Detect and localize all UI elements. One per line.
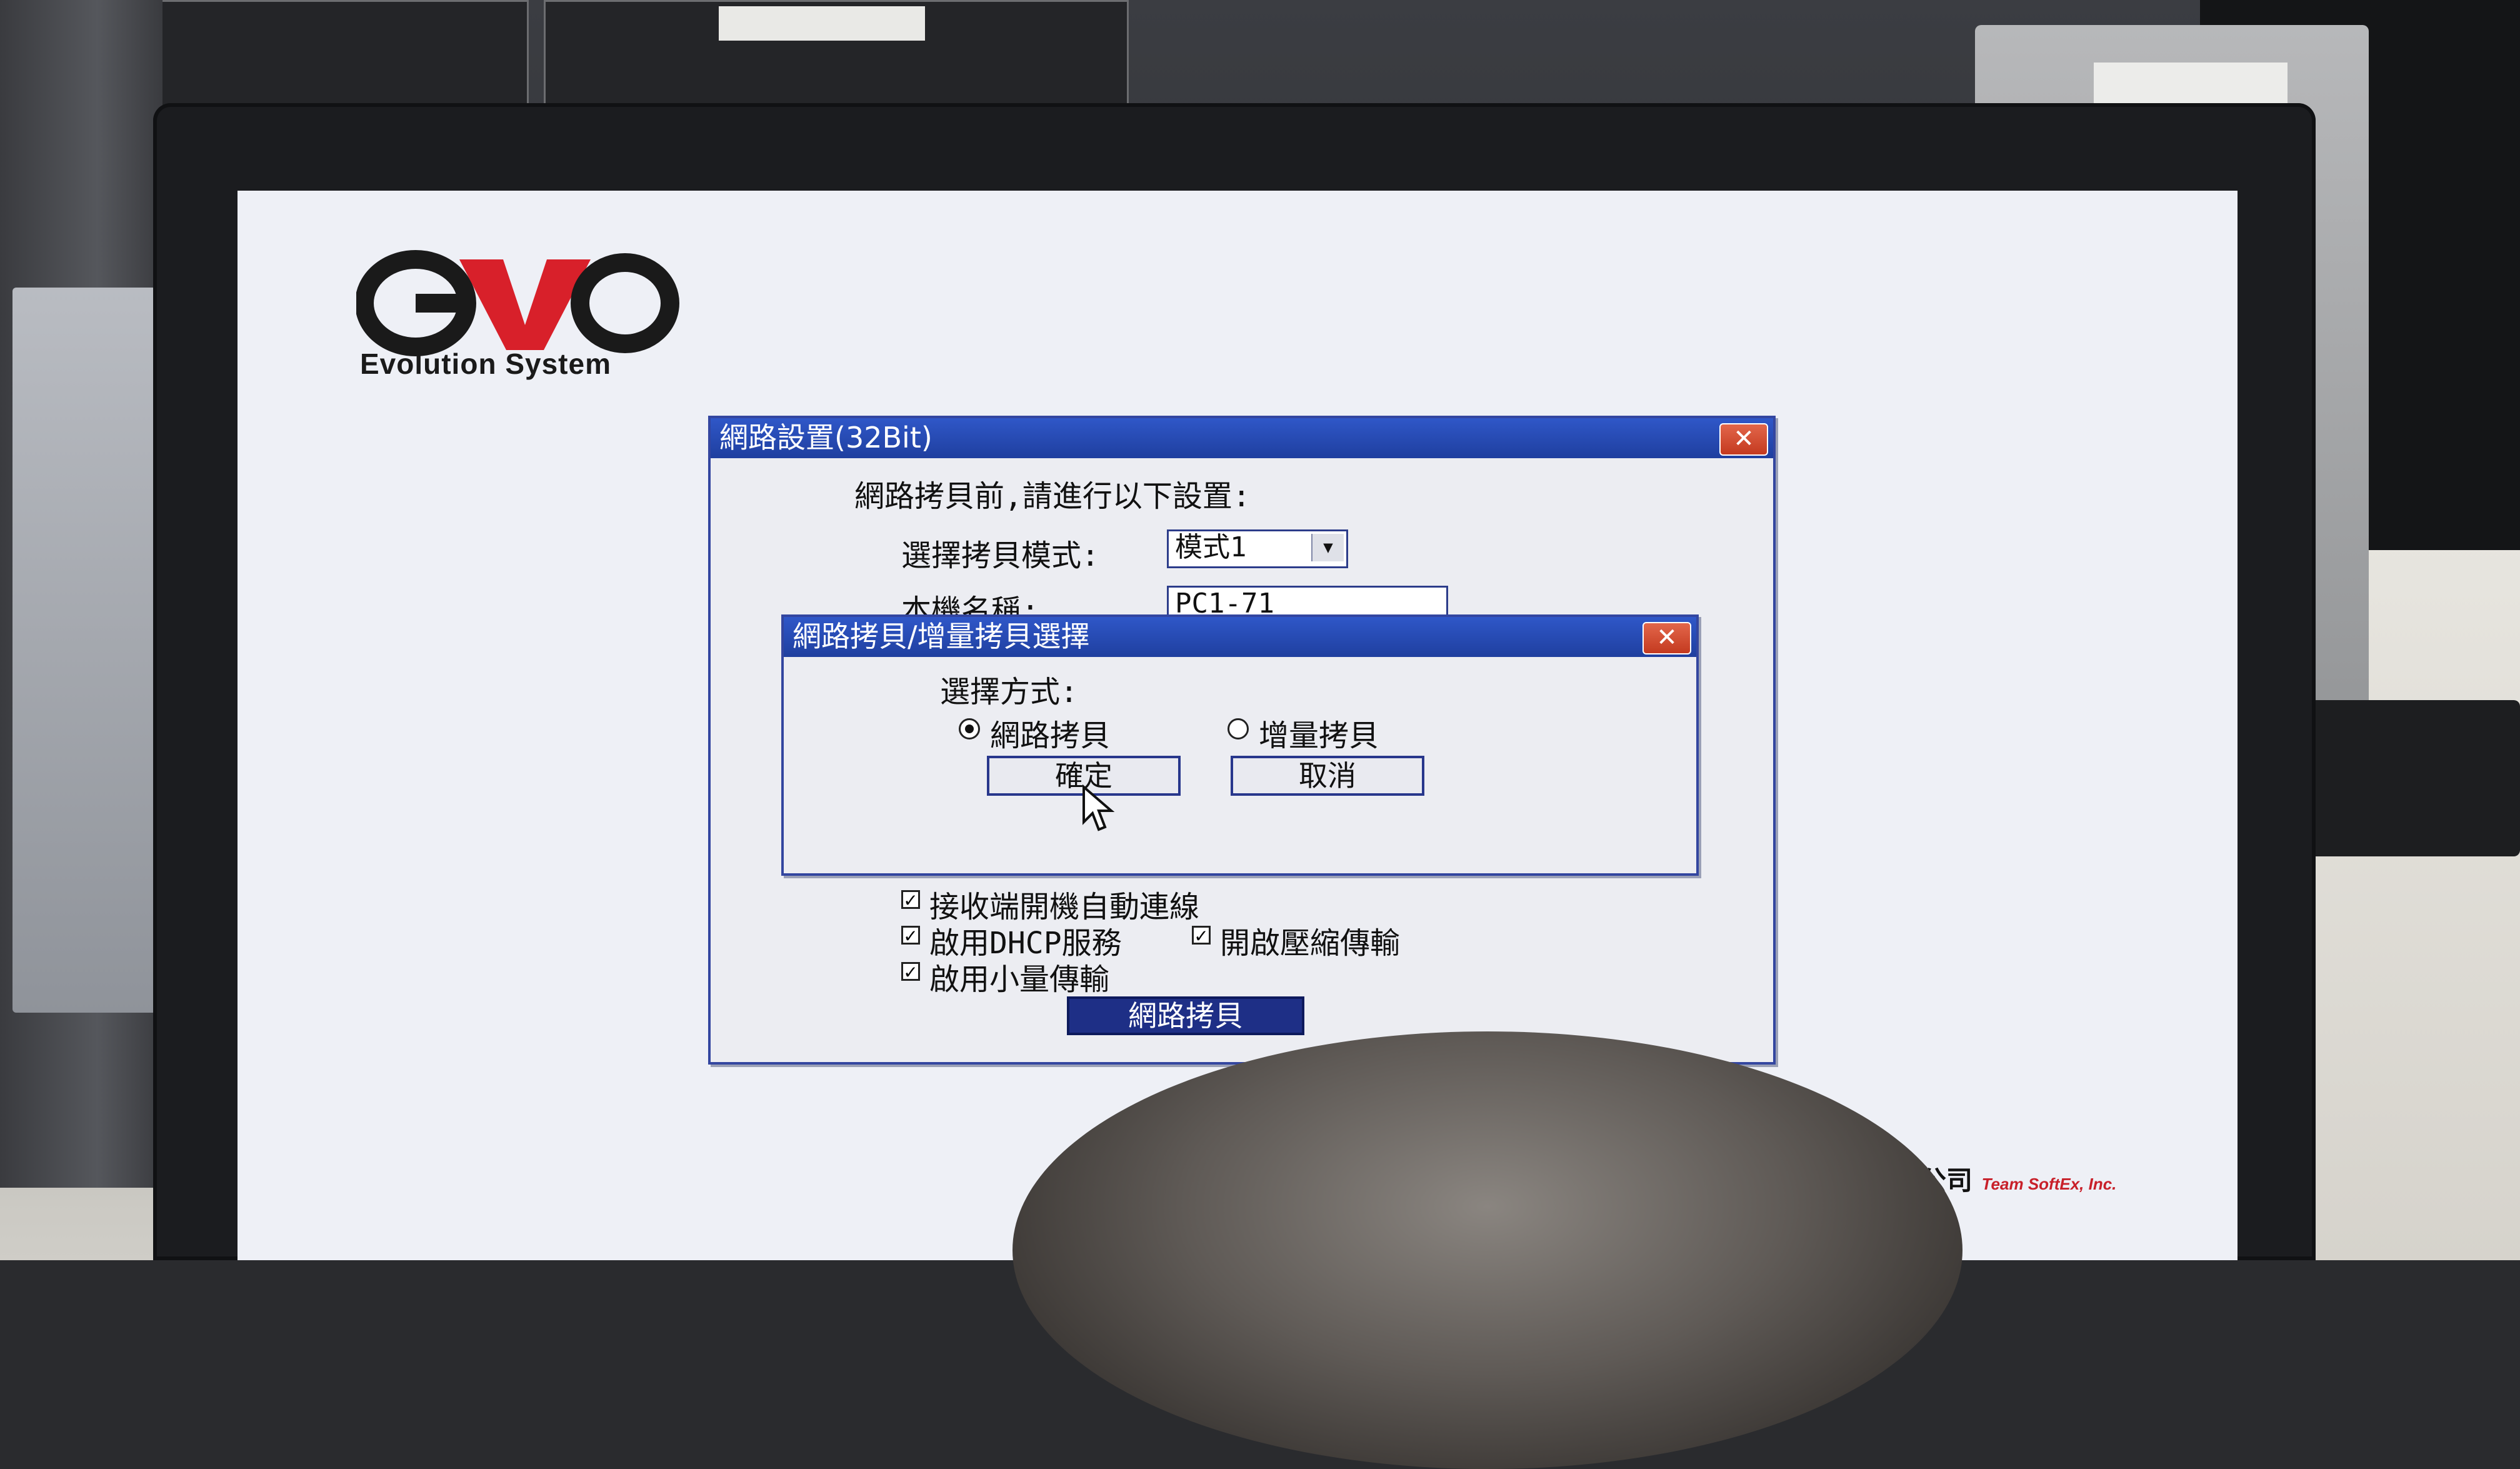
auto-connect-checkbox[interactable]: ✓ (901, 890, 920, 910)
network-settings-close-button[interactable]: ✕ (1719, 423, 1768, 456)
copy-mode-select[interactable]: 模式1 ▼ (1167, 529, 1348, 568)
network-settings-title: 網路設置(32Bit) (719, 421, 932, 454)
compression-label: 開啟壓縮傳輸 (1220, 926, 1401, 961)
equipment-label (719, 6, 925, 41)
small-transfer-checkbox[interactable]: ✓ (901, 962, 920, 981)
copy-type-titlebar[interactable]: 網路拷貝/增量拷貝選擇 ✕ (784, 617, 1696, 657)
chevron-down-icon[interactable]: ▼ (1311, 534, 1344, 561)
incremental-copy-radio[interactable] (1228, 718, 1249, 740)
small-transfer-label: 啟用小量傳輸 (929, 962, 1110, 997)
network-copy-radio[interactable] (959, 718, 980, 740)
network-settings-instruction: 網路拷貝前,請進行以下設置: (854, 479, 1251, 514)
dhcp-checkbox[interactable]: ✓ (901, 926, 920, 945)
compression-checkbox[interactable]: ✓ (1192, 926, 1211, 945)
copy-type-dialog: 網路拷貝/增量拷貝選擇 ✕ 選擇方式: 網路拷貝 增量拷貝 確定 取消 (781, 614, 1699, 876)
copy-mode-value: 模式1 (1175, 531, 1247, 563)
pc-io-panel (12, 288, 156, 1013)
copy-mode-label: 選擇拷貝模式: (901, 538, 1099, 573)
copy-type-title: 網路拷貝/增量拷貝選擇 (792, 619, 1090, 653)
incremental-copy-radio-label: 增量拷貝 (1259, 718, 1379, 753)
network-settings-titlebar[interactable]: 網路設置(32Bit) ✕ (711, 418, 1773, 458)
footer-brand-en: Team SoftEx, Inc. (1981, 1175, 2117, 1193)
pc-tower (0, 0, 162, 1188)
foreground-head (1012, 1031, 1962, 1469)
network-copy-radio-label: 網路拷貝 (990, 718, 1111, 753)
copy-type-close-button[interactable]: ✕ (1642, 622, 1691, 654)
cancel-button[interactable]: 取消 (1231, 756, 1424, 796)
copy-type-prompt: 選擇方式: (940, 674, 1078, 709)
mouse-pointer-icon (1082, 785, 1115, 831)
logo-subtitle: Evolution System (360, 348, 611, 380)
network-copy-button[interactable]: 網路拷貝 (1067, 996, 1304, 1035)
